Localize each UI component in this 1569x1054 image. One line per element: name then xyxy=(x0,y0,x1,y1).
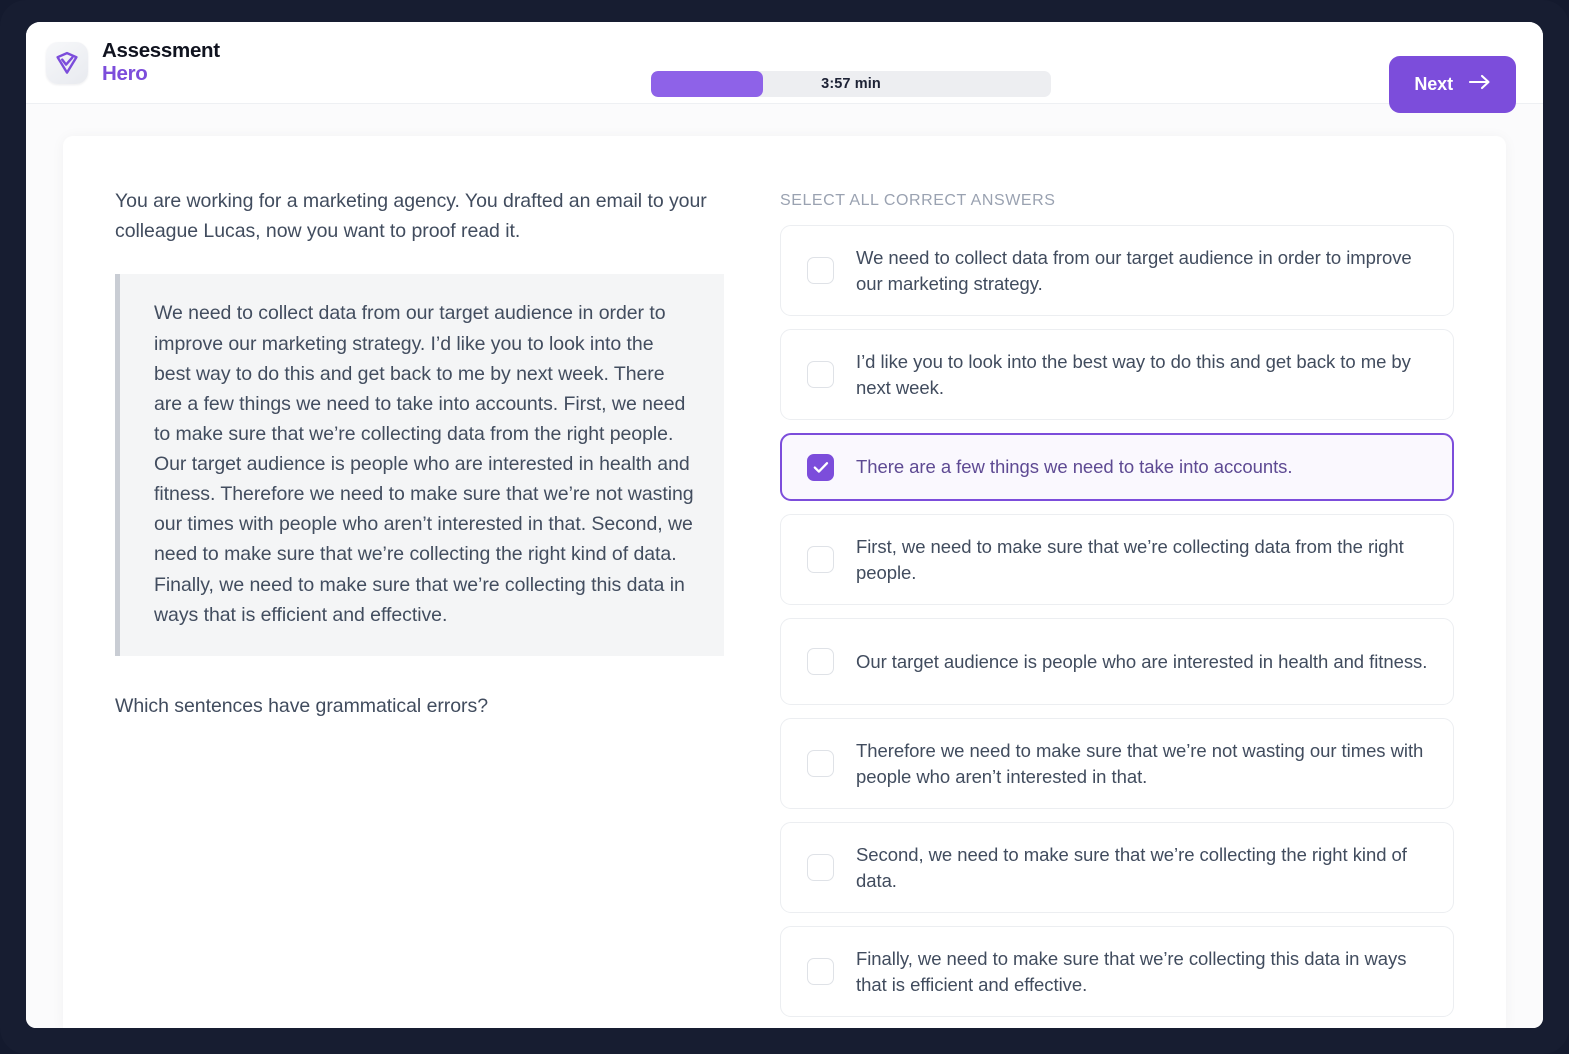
checkbox-icon[interactable] xyxy=(807,854,834,882)
top-header-bar: Assessment Hero 3:57 min Next xyxy=(26,22,1543,113)
answer-option-label: Therefore we need to make sure that we’r… xyxy=(856,740,1424,787)
answer-option-label: First, we need to make sure that we’re c… xyxy=(856,536,1404,583)
answer-option[interactable]: First, we need to make sure that we’re c… xyxy=(780,514,1454,606)
answer-option-label: We need to collect data from our target … xyxy=(856,247,1412,294)
email-draft-quote: We need to collect data from our target … xyxy=(115,274,724,656)
app-frame: Assessment Hero 3:57 min Next You are wo… xyxy=(0,0,1569,1054)
answer-option[interactable]: I’d like you to look into the best way t… xyxy=(780,329,1454,421)
checkbox-icon[interactable] xyxy=(807,361,834,389)
answer-options-list: We need to collect data from our target … xyxy=(780,225,1454,1018)
answer-option[interactable]: Finally, we need to make sure that we’re… xyxy=(780,926,1454,1018)
timer-progress-bar: 3:57 min xyxy=(651,71,1051,97)
answer-option-label: Finally, we need to make sure that we’re… xyxy=(856,948,1407,995)
answer-option[interactable]: We need to collect data from our target … xyxy=(780,225,1454,317)
checkbox-icon[interactable] xyxy=(807,257,834,285)
answer-option[interactable]: Second, we need to make sure that we’re … xyxy=(780,822,1454,914)
question-card: You are working for a marketing agency. … xyxy=(63,136,1506,1028)
answer-option-label: Our target audience is people who are in… xyxy=(856,650,1428,672)
arrow-right-icon xyxy=(1468,74,1491,95)
answer-option-label: I’d like you to look into the best way t… xyxy=(856,351,1411,398)
brand-name-line1: Assessment xyxy=(102,39,220,63)
brand-name-line2: Hero xyxy=(102,61,148,85)
answer-option[interactable]: There are a few things we need to take i… xyxy=(780,433,1454,502)
next-button[interactable]: Next xyxy=(1389,56,1516,113)
question-prompt: Which sentences have grammatical errors? xyxy=(115,694,488,717)
answer-option-label: Second, we need to make sure that we’re … xyxy=(856,844,1407,891)
next-button-label: Next xyxy=(1414,74,1453,94)
timer-label: 3:57 min xyxy=(821,76,881,92)
answers-section-title: SELECT ALL CORRECT ANSWERS xyxy=(780,192,1056,209)
checkbox-icon[interactable] xyxy=(807,958,834,986)
checkbox-icon[interactable] xyxy=(807,750,834,778)
shield-check-icon xyxy=(46,41,88,84)
answer-option[interactable]: Our target audience is people who are in… xyxy=(780,618,1454,706)
brand-text: Assessment Hero xyxy=(102,40,220,84)
checkbox-icon[interactable] xyxy=(807,546,834,574)
brand-logo[interactable]: Assessment Hero xyxy=(46,40,220,84)
answer-option[interactable]: Therefore we need to make sure that we’r… xyxy=(780,718,1454,810)
answer-option-label: There are a few things we need to take i… xyxy=(856,456,1293,478)
scenario-prompt: You are working for a marketing agency. … xyxy=(115,190,707,243)
checkbox-icon[interactable] xyxy=(807,648,834,676)
question-left-column: You are working for a marketing agency. … xyxy=(115,186,724,721)
checkbox-checked-icon[interactable] xyxy=(807,453,834,481)
answers-right-column: SELECT ALL CORRECT ANSWERS We need to co… xyxy=(780,186,1454,1028)
page-body: You are working for a marketing agency. … xyxy=(26,104,1543,1028)
app-window: Assessment Hero 3:57 min Next You are wo… xyxy=(26,22,1543,1028)
